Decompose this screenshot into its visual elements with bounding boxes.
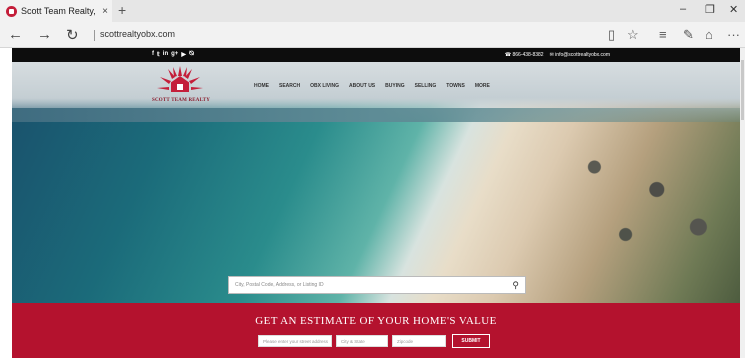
reading-view-icon[interactable]: ▯ [608, 27, 615, 43]
menu-item-buying[interactable]: BUYING [385, 83, 404, 89]
browser-tab-bar: Scott Team Realty, Inc. - × + – ❐ ✕ [0, 0, 745, 22]
menu-item-search[interactable]: SEARCH [279, 83, 300, 89]
googleplus-icon[interactable]: g+ [171, 51, 178, 58]
property-search-input[interactable]: City, Postal Code, Address, or Listing I… [228, 276, 526, 294]
scrollbar-thumb[interactable] [741, 60, 744, 120]
logo-text: SCOTT TEAM REALTY [151, 98, 211, 103]
hub-icon[interactable]: ≡ [659, 27, 667, 42]
back-button[interactable]: ← [8, 26, 23, 43]
browser-address-bar: ← → ↻ scottrealtyobx.com ▯ ☆ ≡ ✎ ⌂ ··· [0, 22, 745, 48]
new-tab-button[interactable]: + [118, 2, 126, 18]
web-note-icon[interactable]: ✎ [683, 27, 694, 43]
url-separator [94, 30, 95, 41]
more-icon[interactable]: ··· [727, 27, 740, 42]
zip-placeholder: Zipcode [397, 339, 414, 344]
hero-houses [532, 122, 740, 272]
tab-close-icon[interactable]: × [102, 6, 108, 17]
city-state-field[interactable]: City & State [336, 335, 388, 347]
city-placeholder: City & State [341, 339, 365, 344]
search-icon[interactable]: ⚲ [512, 280, 519, 291]
favorite-star-icon[interactable]: ☆ [627, 27, 639, 43]
menu-item-towns[interactable]: TOWNS [446, 83, 465, 89]
site-header: SCOTT TEAM REALTY HOME SEARCH OBX LIVING… [12, 62, 740, 112]
close-window-button[interactable]: ✕ [729, 3, 738, 16]
social-links: f 𝕥 in g+ ▶ ⦰ [152, 51, 194, 58]
email-link[interactable]: ✉ info@scottrealtyobx.com [550, 52, 610, 58]
tab-title: Scott Team Realty, Inc. - [21, 6, 99, 16]
scott-team-realty-logo[interactable]: SCOTT TEAM REALTY [146, 64, 216, 110]
menu-item-obx-living[interactable]: OBX LIVING [310, 83, 339, 89]
menu-item-selling[interactable]: SELLING [415, 83, 437, 89]
street-address-field[interactable]: Please enter your street address [258, 335, 332, 347]
website-viewport: f 𝕥 in g+ ▶ ⦰ ☎ 866-438-8382 ✉ info@scot… [12, 48, 740, 358]
twitter-icon[interactable]: 𝕥 [157, 51, 160, 58]
menu-item-home[interactable]: HOME [254, 83, 269, 89]
restore-button[interactable]: ❐ [705, 3, 715, 16]
refresh-button[interactable]: ↻ [66, 26, 79, 44]
facebook-icon[interactable]: f [152, 51, 154, 58]
search-placeholder: City, Postal Code, Address, or Listing I… [235, 282, 324, 288]
address-placeholder: Please enter your street address [263, 339, 329, 344]
phone-link[interactable]: ☎ 866-438-8382 [505, 52, 544, 58]
top-contact-bar: f 𝕥 in g+ ▶ ⦰ ☎ 866-438-8382 ✉ info@scot… [12, 48, 740, 62]
estimate-heading: GET AN ESTIMATE OF YOUR HOME'S VALUE [255, 315, 497, 327]
menu-item-more[interactable]: MORE [475, 83, 490, 89]
youtube-icon[interactable]: ▶ [181, 51, 186, 58]
menu-item-about-us[interactable]: ABOUT US [349, 83, 375, 89]
contact-info: ☎ 866-438-8382 ✉ info@scottrealtyobx.com [505, 52, 610, 58]
minimize-button[interactable]: – [680, 3, 686, 15]
browser-tab[interactable]: Scott Team Realty, Inc. - × [0, 0, 112, 22]
submit-button[interactable]: SUBMIT [452, 334, 490, 348]
forward-button[interactable]: → [37, 26, 52, 43]
site-favicon-icon [6, 5, 17, 17]
page-scrollbar[interactable] [740, 48, 745, 358]
rss-icon[interactable]: ⦰ [189, 51, 194, 58]
main-menu: HOME SEARCH OBX LIVING ABOUT US BUYING S… [254, 83, 490, 89]
logo-door [177, 84, 183, 90]
share-icon[interactable]: ⌂ [705, 27, 713, 42]
home-estimate-banner: GET AN ESTIMATE OF YOUR HOME'S VALUE Ple… [12, 303, 740, 358]
zipcode-field[interactable]: Zipcode [392, 335, 446, 347]
linkedin-icon[interactable]: in [163, 51, 168, 58]
url-field[interactable]: scottrealtyobx.com [100, 29, 175, 39]
